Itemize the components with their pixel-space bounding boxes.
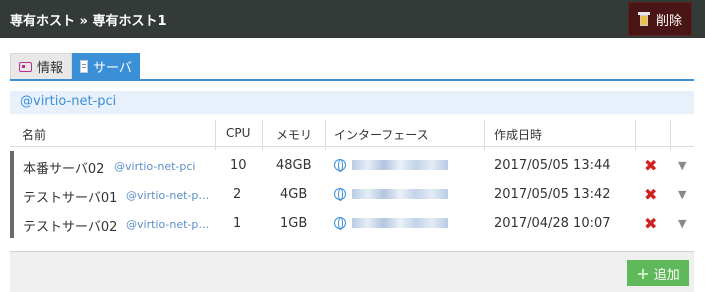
column-divider <box>670 120 671 150</box>
column-header-name[interactable]: 名前 <box>22 126 46 143</box>
plus-icon: + <box>636 263 650 283</box>
top-bar: 専有ホスト » 専有ホスト1 削除 <box>0 0 705 38</box>
info-icon <box>19 61 32 72</box>
column-header-created[interactable]: 作成日時 <box>494 126 542 143</box>
server-memory: 4GB <box>280 187 308 202</box>
table-row[interactable]: テストサーバ02 @virtio-net-p… 1 1GB 2017/04/28… <box>14 209 694 238</box>
breadcrumb-dedicated-hosts[interactable]: 専有ホスト <box>10 14 75 29</box>
column-divider <box>215 120 216 150</box>
server-name[interactable]: テストサーバ01 <box>23 187 117 206</box>
breadcrumb-current: 専有ホスト1 <box>92 14 167 29</box>
server-created: 2017/04/28 10:07 <box>494 216 611 231</box>
server-table: 名前 CPU メモリ インターフェース 作成日時 本番サーバ02 @virtio… <box>10 120 694 238</box>
server-memory: 48GB <box>276 158 312 173</box>
redacted-address <box>352 189 448 199</box>
table-header: 名前 CPU メモリ インターフェース 作成日時 <box>10 120 694 150</box>
filter-bar[interactable]: @virtio-net-pci <box>10 91 694 114</box>
breadcrumb-separator: » <box>79 14 88 29</box>
tab-bar: 情報 サーバ <box>10 53 140 79</box>
tab-underline <box>10 79 694 81</box>
server-interface <box>334 158 448 173</box>
table-footer: + 追加 <box>10 251 694 292</box>
globe-icon <box>334 217 346 230</box>
server-interface <box>334 187 448 202</box>
column-divider <box>484 120 485 150</box>
tab-server[interactable]: サーバ <box>72 53 140 79</box>
delete-label: 削除 <box>655 13 682 29</box>
trash-icon <box>637 11 650 27</box>
add-button[interactable]: + 追加 <box>627 260 689 286</box>
add-label: 追加 <box>653 267 680 283</box>
server-cpu: 2 <box>233 187 242 202</box>
column-header-interface[interactable]: インターフェース <box>334 126 429 143</box>
remove-server-icon[interactable]: ✖ <box>644 156 657 175</box>
expand-caret-icon[interactable]: ▼ <box>678 188 686 201</box>
tab-info[interactable]: 情報 <box>10 53 73 79</box>
column-divider <box>325 120 326 150</box>
column-divider <box>635 120 636 150</box>
table-row[interactable]: 本番サーバ02 @virtio-net-pci 10 48GB 2017/05/… <box>14 151 694 180</box>
server-created: 2017/05/05 13:44 <box>494 158 611 173</box>
server-interface <box>334 216 448 231</box>
server-memory: 1GB <box>280 216 308 231</box>
server-name[interactable]: 本番サーバ02 <box>23 158 104 177</box>
remove-server-icon[interactable]: ✖ <box>644 214 657 233</box>
server-nic-tag: @virtio-net-p… <box>126 189 210 202</box>
column-divider <box>262 120 263 150</box>
server-created: 2017/05/05 13:42 <box>494 187 611 202</box>
server-nic-tag: @virtio-net-p… <box>126 218 210 231</box>
server-cpu: 10 <box>230 158 247 173</box>
server-nic-tag: @virtio-net-pci <box>114 160 196 173</box>
delete-button[interactable]: 削除 <box>628 2 692 36</box>
tab-server-label: サーバ <box>93 60 132 76</box>
column-header-memory[interactable]: メモリ <box>276 126 312 143</box>
expand-caret-icon[interactable]: ▼ <box>678 217 686 230</box>
remove-server-icon[interactable]: ✖ <box>644 185 657 204</box>
tab-info-label: 情報 <box>37 61 64 76</box>
redacted-address <box>352 160 448 170</box>
table-body: 本番サーバ02 @virtio-net-pci 10 48GB 2017/05/… <box>10 151 694 238</box>
breadcrumb: 専有ホスト » 専有ホスト1 <box>10 10 167 29</box>
server-icon <box>80 59 89 73</box>
column-header-cpu[interactable]: CPU <box>226 126 250 140</box>
expand-caret-icon[interactable]: ▼ <box>678 159 686 172</box>
table-row[interactable]: テストサーバ01 @virtio-net-p… 2 4GB 2017/05/05… <box>14 180 694 209</box>
server-cpu: 1 <box>233 216 242 231</box>
redacted-address <box>352 218 448 228</box>
globe-icon <box>334 159 346 172</box>
filter-text: @virtio-net-pci <box>20 94 117 109</box>
globe-icon <box>334 188 346 201</box>
server-name[interactable]: テストサーバ02 <box>23 216 117 235</box>
